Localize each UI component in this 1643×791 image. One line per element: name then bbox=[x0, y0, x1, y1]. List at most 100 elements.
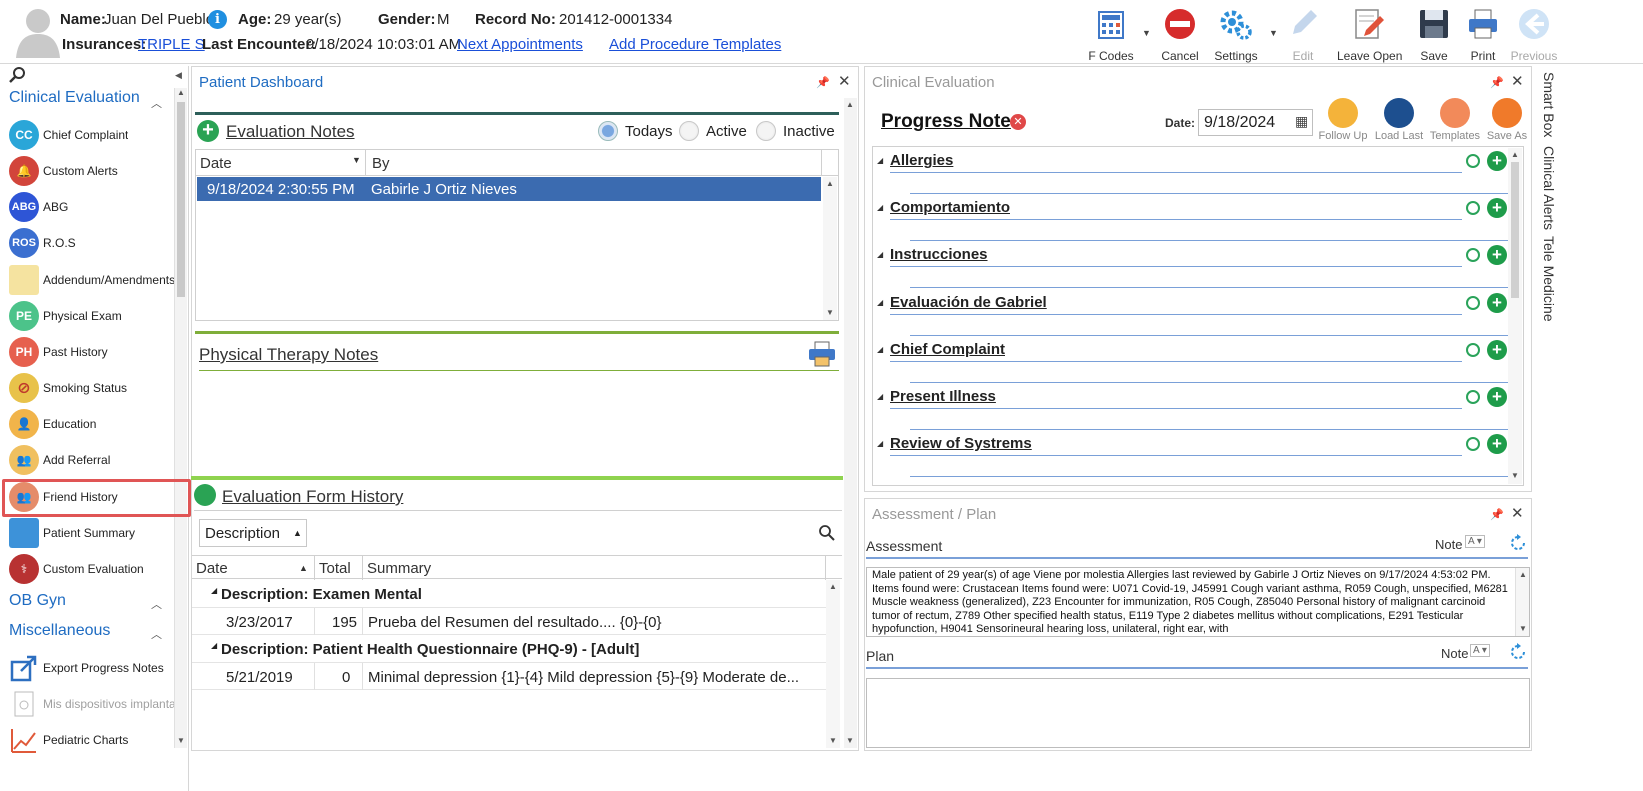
alarm-clock-icon[interactable] bbox=[1466, 201, 1480, 215]
sidebar-item-custom-alerts[interactable]: 🔔 Custom Alerts bbox=[9, 154, 181, 188]
sidebar-item-physical-exam[interactable]: PE Physical Exam bbox=[9, 299, 181, 333]
sidebar-item-ros[interactable]: ROS R.O.S bbox=[9, 226, 181, 260]
chevron-up-icon[interactable]: ︿ bbox=[151, 95, 162, 111]
add-form-icon[interactable] bbox=[194, 484, 216, 506]
evaluation-notes-title[interactable]: Evaluation Notes bbox=[226, 122, 355, 142]
section-present-illness[interactable]: ◢ Present Illness + bbox=[877, 386, 1508, 432]
remove-note-icon[interactable]: ✕ bbox=[1010, 114, 1026, 130]
add-icon[interactable]: + bbox=[1487, 245, 1507, 265]
scroll-up-icon[interactable]: ▲ bbox=[846, 100, 854, 109]
add-evaluation-note-icon[interactable]: + bbox=[197, 120, 219, 142]
sidebar-item-add-referral[interactable]: 👥 Add Referral bbox=[9, 443, 181, 477]
scroll-thumb[interactable] bbox=[177, 102, 185, 297]
collapse-icon[interactable]: ◢ bbox=[877, 203, 883, 212]
insurance-link[interactable]: TRIPLE S bbox=[138, 36, 205, 53]
scroll-down-icon[interactable]: ▼ bbox=[846, 736, 854, 745]
section-title[interactable]: Comportamiento bbox=[890, 199, 1010, 216]
pin-icon[interactable]: 📌 bbox=[1490, 508, 1504, 521]
sidebar-item-abg[interactable]: ABG ABG bbox=[9, 190, 181, 224]
fh-col-date[interactable]: Date bbox=[196, 560, 228, 577]
alarm-clock-icon[interactable] bbox=[1466, 154, 1480, 168]
section-title[interactable]: Evaluación de Gabriel bbox=[890, 294, 1047, 311]
collapse-icon[interactable]: ◢ bbox=[877, 250, 883, 259]
col-by-header[interactable]: By bbox=[372, 155, 390, 172]
assessment-textarea[interactable]: Male patient of 29 year(s) of age Viene … bbox=[866, 567, 1530, 637]
close-icon[interactable]: ✕ bbox=[1511, 72, 1524, 90]
dashboard-scrollbar[interactable]: ▲ ▼ bbox=[844, 98, 857, 748]
sidebar-item-addendum[interactable]: Addendum/Amendments bbox=[9, 263, 181, 297]
date-input[interactable]: 9/18/2024 ▦ bbox=[1198, 109, 1313, 136]
section-title[interactable]: Review of Systrems bbox=[890, 435, 1032, 452]
group-header[interactable]: ◢ Description: Patient Health Questionna… bbox=[192, 635, 826, 663]
info-icon[interactable]: i bbox=[208, 10, 227, 29]
sidebar-item-past-history[interactable]: PH Past History bbox=[9, 335, 181, 369]
add-icon[interactable]: + bbox=[1487, 434, 1507, 454]
section-chief-complaint[interactable]: ◢ Chief Complaint + bbox=[877, 339, 1508, 385]
table-row[interactable]: 9/18/2024 2:30:55 PM Gabirle J Ortiz Nie… bbox=[197, 177, 821, 201]
close-icon[interactable]: ✕ bbox=[838, 72, 851, 90]
sidebar-item-patient-summary[interactable]: Patient Summary bbox=[9, 516, 181, 550]
section-title[interactable]: Allergies bbox=[890, 152, 953, 169]
printer-icon[interactable] bbox=[807, 340, 837, 368]
sidebar-item-chief-complaint[interactable]: CC Chief Complaint bbox=[9, 118, 181, 152]
grid-scrollbar[interactable]: ▲ ▼ bbox=[823, 177, 837, 320]
add-icon[interactable]: + bbox=[1487, 151, 1507, 171]
alarm-clock-icon[interactable] bbox=[1466, 437, 1480, 451]
fcodes-button[interactable]: F Codes bbox=[1080, 4, 1142, 63]
scroll-down-icon[interactable]: ▼ bbox=[1519, 624, 1527, 633]
progress-note-title[interactable]: Progress Note bbox=[881, 111, 1011, 133]
group-header[interactable]: ◢ Description: Examen Mental bbox=[192, 580, 826, 608]
section-allergies[interactable]: ◢ Allergies + bbox=[877, 150, 1508, 196]
collapse-icon[interactable]: ◢ bbox=[877, 392, 883, 401]
scroll-down-icon[interactable]: ▼ bbox=[177, 736, 185, 745]
close-icon[interactable]: ✕ bbox=[1511, 504, 1524, 522]
radio-active-label[interactable]: Active bbox=[706, 123, 747, 140]
previous-button[interactable]: Previous bbox=[1503, 4, 1565, 63]
sort-asc-icon[interactable]: ▲ bbox=[299, 563, 308, 573]
chevron-up-icon[interactable]: ︿ bbox=[151, 596, 162, 612]
save-as-button[interactable]: Save As bbox=[1477, 98, 1537, 142]
group-by-chip[interactable]: Description ▲ bbox=[199, 519, 307, 547]
scroll-up-icon[interactable]: ▲ bbox=[1511, 150, 1519, 159]
radio-inactive-label[interactable]: Inactive bbox=[783, 123, 835, 140]
leave-open-button[interactable]: Leave Open bbox=[1337, 4, 1402, 63]
add-icon[interactable]: + bbox=[1487, 198, 1507, 218]
collapse-icon[interactable]: ◢ bbox=[877, 298, 883, 307]
collapse-sidebar-icon[interactable]: ◀ bbox=[175, 70, 182, 81]
sidebar-scrollbar[interactable]: ▲ ▼ bbox=[174, 88, 187, 748]
collapse-icon[interactable]: ◢ bbox=[877, 156, 883, 165]
calendar-icon[interactable]: ▦ bbox=[1295, 113, 1308, 130]
scroll-up-icon[interactable]: ▲ bbox=[1519, 570, 1527, 579]
assessment-scrollbar[interactable]: ▲ ▼ bbox=[1515, 568, 1529, 636]
search-icon[interactable] bbox=[8, 66, 28, 84]
physical-therapy-notes-title[interactable]: Physical Therapy Notes bbox=[199, 345, 378, 365]
refresh-icon[interactable] bbox=[1508, 533, 1528, 553]
tab-smart-box[interactable]: Smart Box bbox=[1541, 72, 1557, 137]
edit-button[interactable]: Edit bbox=[1272, 4, 1334, 63]
sections-scrollbar[interactable]: ▲ ▼ bbox=[1508, 148, 1522, 484]
note-format-dropdown[interactable]: A ▾ bbox=[1465, 535, 1485, 548]
section-comportamiento[interactable]: ◢ Comportamiento + bbox=[877, 197, 1508, 243]
scroll-down-icon[interactable]: ▼ bbox=[826, 308, 834, 317]
section-clinical-evaluation[interactable]: Clinical Evaluation bbox=[9, 89, 140, 107]
load-last-button[interactable]: Load Last bbox=[1369, 98, 1429, 142]
table-row[interactable]: 5/21/2019 0 Minimal depression {1}-{4} M… bbox=[192, 663, 826, 690]
section-evaluacion-gabriel[interactable]: ◢ Evaluación de Gabriel + bbox=[877, 292, 1508, 338]
sidebar-item-implanted-devices[interactable]: Mis dispositivos implanta bbox=[9, 687, 181, 721]
settings-button[interactable]: Settings bbox=[1205, 4, 1267, 63]
scroll-up-icon[interactable]: ▲ bbox=[826, 179, 834, 188]
section-title[interactable]: Present Illness bbox=[890, 388, 996, 405]
alarm-clock-icon[interactable] bbox=[1466, 343, 1480, 357]
collapse-group-icon[interactable]: ◢ bbox=[211, 586, 217, 595]
sidebar-item-pediatric-charts[interactable]: Pediatric Charts bbox=[9, 723, 181, 757]
section-instrucciones[interactable]: ◢ Instrucciones + bbox=[877, 244, 1508, 290]
sort-asc-icon[interactable]: ▲ bbox=[293, 528, 302, 538]
scroll-thumb[interactable] bbox=[1511, 162, 1519, 298]
collapse-icon[interactable]: ◢ bbox=[877, 439, 883, 448]
radio-todays[interactable] bbox=[598, 121, 618, 141]
sort-desc-icon[interactable]: ▼ bbox=[352, 155, 361, 165]
sidebar-item-smoking-status[interactable]: ⊘ Smoking Status bbox=[9, 371, 181, 405]
collapse-icon[interactable]: ◢ bbox=[877, 345, 883, 354]
search-icon[interactable] bbox=[818, 524, 836, 542]
alarm-clock-icon[interactable] bbox=[1466, 390, 1480, 404]
